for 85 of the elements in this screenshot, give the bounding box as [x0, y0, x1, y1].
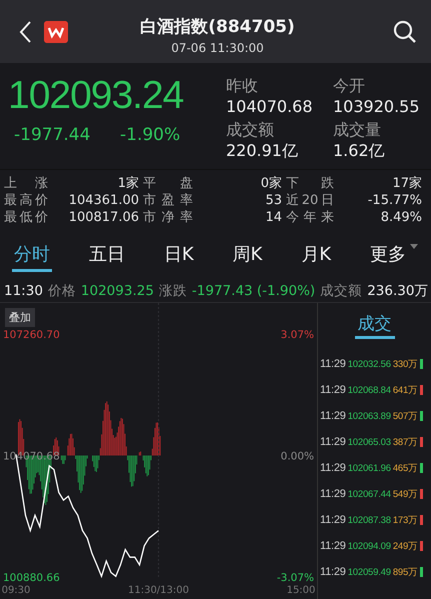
price-value: 102093.25 — [80, 283, 154, 299]
trade-time: 11:29 — [320, 462, 346, 474]
trade-volume: 330万 — [392, 358, 418, 370]
trade-price: 102032.56 — [348, 358, 391, 370]
trade-price: 102063.89 — [348, 410, 391, 422]
stat-label: 市盈率 — [143, 193, 193, 209]
field-label: 成交额 — [226, 119, 275, 141]
change-value: -1977.43 (-1.90%) — [192, 283, 316, 299]
trade-time: 11:29 — [320, 384, 346, 396]
trade-time: 11:29 — [320, 514, 346, 526]
amount-value: 236.30万 — [367, 282, 428, 300]
trade-price: 102067.44 — [348, 488, 391, 500]
period-tab[interactable]: 分时 — [12, 242, 52, 272]
field-label: 昨收 — [226, 75, 259, 97]
quote-time: 07-06 11:30:00 — [171, 40, 264, 54]
stat-value: 1家 — [116, 176, 140, 192]
time: 11:30 — [4, 283, 43, 299]
trade-volume: 549万 — [392, 488, 418, 500]
trade-volume: 465万 — [392, 462, 418, 474]
axis-percent-label: 3.07% — [280, 329, 314, 341]
trade-volume: 249万 — [392, 540, 418, 552]
trade-price: 102065.03 — [348, 436, 391, 448]
period-tab[interactable]: 日K — [162, 242, 196, 272]
stat-value: -15.77% — [366, 193, 423, 209]
stat-label: 市净率 — [143, 210, 193, 226]
stat-label: 最低价 — [4, 210, 48, 226]
field-value: 220.91亿 — [226, 141, 299, 161]
last-price: 102093.24 — [8, 73, 184, 119]
trade-price: 102059.49 — [348, 566, 391, 578]
stat-label: 今年来 — [286, 210, 334, 226]
period-tab[interactable]: 月K — [299, 242, 334, 272]
axis-price-label: 100880.66 — [3, 572, 60, 584]
trade-time: 11:29 — [320, 540, 346, 552]
time-axis-label: 11:30/13:00 — [128, 585, 189, 596]
field-value: 103920.55 — [333, 97, 421, 117]
trade-time: 11:29 — [320, 488, 346, 500]
field-value: 1.62亿 — [333, 141, 386, 161]
trade-volume: 641万 — [392, 384, 418, 396]
stat-value: 17家 — [391, 176, 423, 192]
stat-label: 最高价 — [4, 193, 48, 209]
trade-volume: 507万 — [392, 410, 418, 422]
trade-volume: 895万 — [392, 566, 418, 578]
stat-label: 上 涨 — [4, 176, 48, 192]
stat-value: 0家 — [260, 176, 283, 192]
trade-price: 102068.84 — [348, 384, 391, 396]
stat-value: 104361.00 — [68, 193, 140, 209]
trade-time: 11:29 — [320, 358, 346, 370]
back-icon[interactable] — [18, 20, 32, 44]
trade-volume: 387万 — [392, 436, 418, 448]
stat-value: 8.49% — [380, 210, 423, 226]
trade-time: 11:29 — [320, 410, 346, 422]
stat-label: 平 盘 — [143, 176, 193, 192]
field-value: 104070.68 — [226, 97, 314, 117]
more-menu-button[interactable]: 更多 — [368, 242, 421, 272]
amount-label: 成交额 — [320, 282, 362, 300]
stat-label: 下 跌 — [286, 176, 334, 192]
stat-value: 14 — [264, 210, 283, 226]
price-change: -1977.44 — [14, 125, 92, 145]
index-title: 白酒指数(884705) — [140, 16, 295, 38]
time-axis-label: 09:30 — [2, 585, 30, 596]
time-axis-label: 15:00 — [286, 585, 316, 596]
change-label: 涨跌 — [158, 282, 187, 300]
price-label: 价格 — [48, 282, 76, 300]
trade-time: 11:29 — [320, 436, 346, 448]
period-tab[interactable]: 五日 — [86, 242, 127, 272]
stat-value: 53 — [264, 193, 283, 209]
field-label: 今开 — [333, 75, 366, 97]
overlay-button[interactable]: 叠加 — [5, 308, 35, 327]
search-icon[interactable] — [393, 20, 417, 44]
axis-percent-label: 0.00% — [280, 450, 314, 462]
axis-price-label: 107260.70 — [3, 329, 60, 341]
trade-volume: 173万 — [392, 514, 418, 526]
stat-value: 100817.06 — [68, 210, 140, 226]
axis-percent-label: -3.07% — [276, 572, 314, 584]
caret-icon — [408, 242, 419, 250]
trade-price: 102061.96 — [348, 462, 391, 474]
logo-icon — [44, 20, 68, 42]
period-tab[interactable]: 周K — [230, 242, 264, 272]
field-label: 成交量 — [333, 119, 382, 141]
trade-price: 102094.09 — [348, 540, 391, 552]
stat-label: 近20日 — [286, 193, 334, 209]
change-percent: -1.90% — [120, 125, 182, 145]
trade-price: 102087.38 — [348, 514, 391, 526]
trade-time: 11:29 — [320, 566, 346, 578]
trades-title[interactable]: 成交 — [354, 312, 394, 339]
